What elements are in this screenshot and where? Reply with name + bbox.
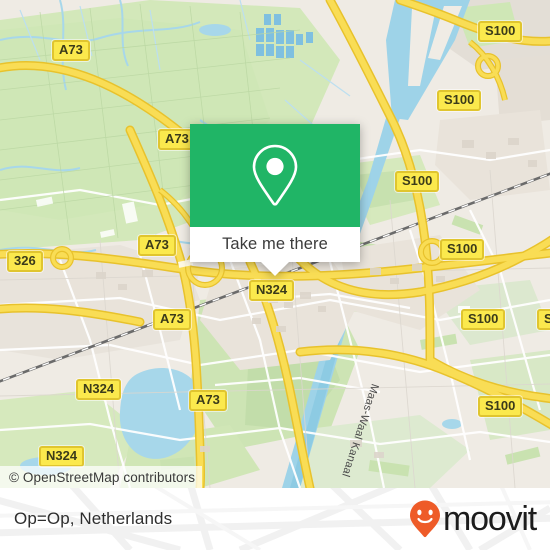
moovit-smiley-pin-icon [410,500,441,538]
take-me-there-callout[interactable]: Take me there [190,124,360,276]
moovit-logo[interactable]: moovit [408,499,537,539]
osm-attribution[interactable]: © OpenStreetMap contributors [0,466,203,488]
place-name-label: Op=Op, Netherlands [14,509,173,528]
callout-header [190,124,360,227]
footer-bar: Op=Op, Netherlands moovit [0,488,550,550]
take-me-there-button[interactable]: Take me there [222,235,328,254]
moovit-map-screenshot: A73 A73 A73 A73 A73 N324 N324 N324 326 S100 S100 S1… [0,0,550,550]
moovit-wordmark: moovit [443,500,537,538]
map-pin-icon [252,144,298,206]
osm-attribution-text: © OpenStreetMap contributors [9,469,196,485]
callout-footer[interactable]: Take me there [190,227,360,262]
callout-pointer [261,262,289,276]
